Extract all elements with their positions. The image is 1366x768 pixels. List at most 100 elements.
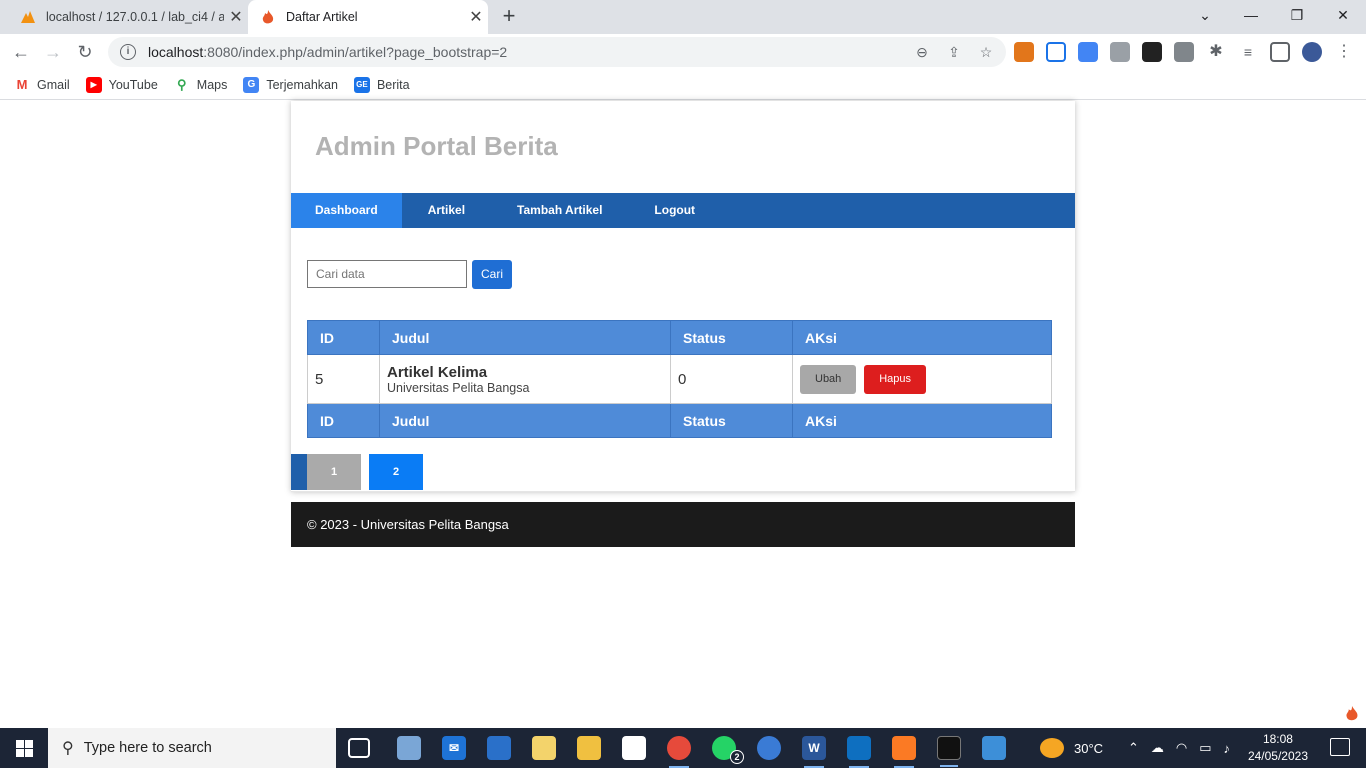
col-aksi-footer: AKsi bbox=[792, 403, 1052, 438]
nav-artikel[interactable]: Artikel bbox=[402, 193, 491, 228]
minimize-button[interactable]: — bbox=[1228, 0, 1274, 30]
weather-icon bbox=[1040, 738, 1064, 758]
flame-debug-icon[interactable] bbox=[1344, 706, 1360, 722]
search-icon: ⚲ bbox=[62, 740, 74, 757]
side-panel-icon[interactable] bbox=[1270, 42, 1290, 62]
weather-temp: 30°C bbox=[1074, 740, 1104, 756]
word-icon[interactable]: W bbox=[802, 736, 826, 768]
volume-icon[interactable]: ♪ bbox=[1224, 741, 1231, 756]
battery-icon[interactable]: ▭ bbox=[1199, 740, 1211, 756]
notification-icon[interactable] bbox=[1330, 738, 1350, 756]
back-button[interactable]: ← bbox=[8, 39, 34, 65]
bookmark-star-icon[interactable]: ☆ bbox=[976, 42, 996, 62]
notepad-icon[interactable] bbox=[622, 736, 646, 760]
file-explorer-icon[interactable] bbox=[577, 736, 601, 760]
terminal-icon[interactable] bbox=[937, 736, 961, 767]
tab-daftar-artikel[interactable]: Daftar Artikel ✕ bbox=[248, 0, 488, 34]
dark-extension-icon[interactable] bbox=[1142, 42, 1162, 62]
start-button[interactable] bbox=[0, 728, 48, 768]
tab-search-icon[interactable]: ⌄ bbox=[1182, 0, 1228, 30]
browser-app-icon[interactable] bbox=[757, 736, 781, 760]
bookmark-label: Gmail bbox=[37, 77, 70, 92]
whatsapp-badge: 2 bbox=[730, 750, 744, 764]
share-icon[interactable]: ⇪ bbox=[944, 42, 964, 62]
delete-button[interactable]: Hapus bbox=[864, 364, 926, 394]
puzzle-extensions-icon[interactable]: ✱ bbox=[1206, 42, 1226, 62]
profile-avatar[interactable] bbox=[1302, 42, 1322, 62]
col-judul-footer: Judul bbox=[379, 403, 671, 438]
xampp-icon[interactable] bbox=[892, 736, 916, 768]
mail-icon[interactable]: ✉ bbox=[442, 736, 466, 760]
youtube-icon: ▶ bbox=[85, 76, 102, 93]
python-icon[interactable] bbox=[532, 736, 556, 760]
bookmark-maps[interactable]: ⚲ Maps bbox=[174, 76, 228, 93]
clock[interactable]: 18:08 24/05/2023 bbox=[1248, 731, 1308, 765]
site-info-icon[interactable]: i bbox=[120, 44, 136, 60]
copy-extension-icon[interactable] bbox=[1174, 42, 1194, 62]
photos-icon[interactable] bbox=[982, 736, 1006, 760]
col-id-footer: ID bbox=[307, 403, 380, 438]
wifi-icon[interactable]: ◠ bbox=[1176, 740, 1187, 756]
close-window-button[interactable]: ✕ bbox=[1320, 0, 1366, 30]
translate-icon: G bbox=[243, 76, 260, 93]
reload-button[interactable]: ↻ bbox=[72, 39, 98, 65]
col-judul: Judul bbox=[379, 320, 671, 355]
pagination-edge bbox=[291, 454, 307, 490]
address-bar[interactable]: i localhost:8080/index.php/admin/artikel… bbox=[108, 37, 1006, 67]
article-title: Artikel Kelima bbox=[387, 363, 488, 381]
bookmark-terjemahkan[interactable]: G Terjemahkan bbox=[243, 76, 338, 93]
bookmarks-bar: M Gmail ▶ YouTube ⚲ Maps G Terjemahkan G… bbox=[0, 70, 1366, 100]
bookmark-gmail[interactable]: M Gmail bbox=[14, 77, 70, 93]
bookmark-berita[interactable]: GE Berita bbox=[353, 76, 410, 93]
vscode-icon[interactable] bbox=[847, 736, 871, 768]
search-button[interactable]: Cari bbox=[472, 259, 512, 289]
forward-button[interactable]: → bbox=[40, 39, 66, 65]
news-icon: GE bbox=[353, 76, 370, 93]
bookmark-label: Maps bbox=[196, 77, 228, 92]
nav-tambah-artikel[interactable]: Tambah Artikel bbox=[491, 193, 628, 228]
col-aksi: AKsi bbox=[792, 320, 1052, 355]
system-tray: ⌃ ☁ ◠ ▭ ♪ bbox=[1128, 728, 1230, 768]
page-link-1[interactable]: 1 bbox=[307, 454, 361, 490]
bookmark-label: YouTube bbox=[108, 77, 158, 92]
bookmark-label: Berita bbox=[376, 77, 410, 92]
chrome-icon[interactable] bbox=[667, 736, 691, 768]
store-icon[interactable] bbox=[487, 736, 511, 760]
search-input[interactable]: Cari data bbox=[307, 260, 467, 288]
reading-list-icon[interactable]: ≡ bbox=[1238, 42, 1258, 62]
zoom-icon[interactable]: ⊖ bbox=[912, 42, 932, 62]
close-tab-icon[interactable]: ✕ bbox=[224, 7, 248, 27]
new-tab-button[interactable]: + bbox=[496, 4, 522, 30]
whatsapp-icon[interactable]: 2 bbox=[712, 736, 744, 764]
weather-widget[interactable]: 30°C bbox=[1040, 728, 1103, 768]
taskbar-search[interactable]: ⚲ Type here to search bbox=[48, 728, 336, 768]
tab-title: localhost / 127.0.0.1 / lab_ci4 / ar bbox=[46, 10, 224, 24]
cell-id: 5 bbox=[307, 354, 380, 404]
cell-status: 0 bbox=[670, 354, 793, 404]
restore-button[interactable]: ❐ bbox=[1274, 0, 1320, 30]
metamask-extension-icon[interactable] bbox=[1014, 42, 1034, 62]
image-extension-icon[interactable] bbox=[1110, 42, 1130, 62]
gmail-icon: M bbox=[16, 77, 28, 92]
article-subtitle: Universitas Pelita Bangsa bbox=[387, 380, 530, 395]
close-tab-icon[interactable]: ✕ bbox=[464, 7, 488, 27]
page-link-2[interactable]: 2 bbox=[369, 454, 423, 490]
nav-logout[interactable]: Logout bbox=[628, 193, 721, 228]
table-header-row: ID Judul Status AKsi bbox=[307, 320, 1052, 355]
translate-extension-icon[interactable] bbox=[1078, 42, 1098, 62]
tab-phpmyadmin[interactable]: localhost / 127.0.0.1 / lab_ci4 / ar ✕ bbox=[8, 0, 248, 34]
bookmark-youtube[interactable]: ▶ YouTube bbox=[85, 76, 158, 93]
edit-button[interactable]: Ubah bbox=[800, 364, 857, 394]
articles-table: ID Judul Status AKsi 5 Artikel Kelima Un… bbox=[307, 320, 1052, 438]
tray-chevron-icon[interactable]: ⌃ bbox=[1128, 740, 1139, 756]
menu-kebab-icon[interactable]: ⋮ bbox=[1334, 42, 1354, 62]
maps-icon: ⚲ bbox=[177, 76, 187, 92]
nav-dashboard[interactable]: Dashboard bbox=[291, 193, 402, 228]
app-icon[interactable] bbox=[397, 736, 421, 760]
task-view-icon[interactable] bbox=[348, 738, 370, 758]
onedrive-icon[interactable]: ☁ bbox=[1151, 740, 1164, 756]
content-area: Cari data Cari ID Judul Status AKsi 5 Ar… bbox=[291, 228, 1075, 454]
cell-judul: Artikel Kelima Universitas Pelita Bangsa bbox=[379, 354, 671, 404]
clock-date: 24/05/2023 bbox=[1247, 749, 1308, 763]
docs-extension-icon[interactable] bbox=[1046, 42, 1066, 62]
